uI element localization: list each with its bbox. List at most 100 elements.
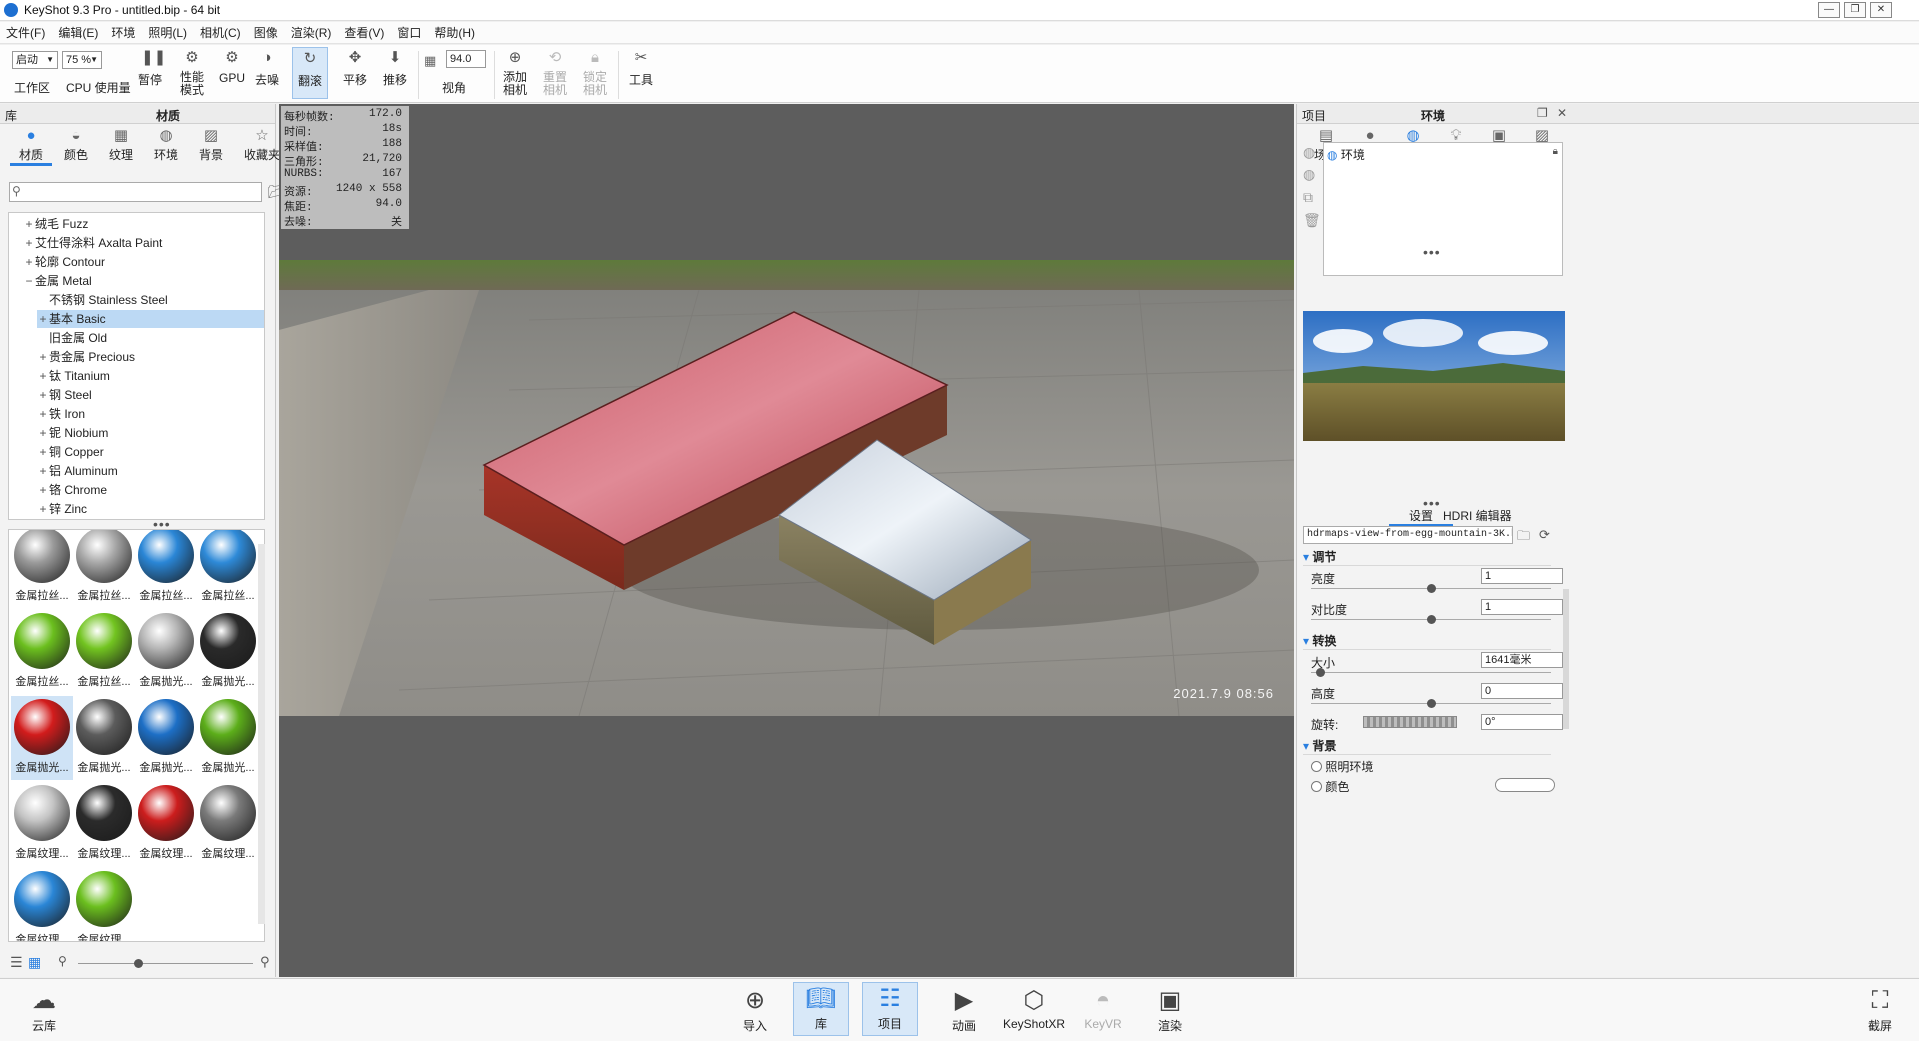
keyvr-button[interactable]: ◓ KeyVR xyxy=(1075,985,1131,1031)
tree-item[interactable]: + 基本 Basic xyxy=(37,310,264,328)
tools-button[interactable]: ✂ 工具 xyxy=(626,49,656,88)
brightness-input[interactable]: 1 xyxy=(1481,568,1563,584)
zoom-out-icon[interactable]: ⚲ xyxy=(58,954,67,968)
size-slider[interactable] xyxy=(1311,668,1551,677)
tree-item[interactable]: + 轮廓 Contour xyxy=(23,253,263,271)
expand-icon[interactable]: + xyxy=(37,443,49,461)
expand-icon[interactable]: + xyxy=(37,367,49,385)
render-viewport[interactable]: 每秒帧数: 172.0 时间: 18s 采样值: 188 三角形: 21,720 NURBS: 1… xyxy=(279,104,1294,977)
import-button[interactable]: ⊕ 导入 xyxy=(727,985,783,1034)
add-camera-button[interactable]: ⊕ 添加 相机 xyxy=(500,49,530,97)
hdri-file-field[interactable]: hdrmaps-view-from-egg-mountain-3K.hdz xyxy=(1303,526,1513,544)
tree-item[interactable]: + 铁 Iron xyxy=(37,405,264,423)
bg-radio-lighting[interactable]: 照明环境 xyxy=(1311,758,1373,775)
lock-camera-button[interactable]: 🔒︎ 锁定 相机 xyxy=(580,49,610,97)
subtab-hdri-editor[interactable]: HDRI 编辑器 xyxy=(1443,507,1512,524)
tree-item[interactable]: + 贵金属 Precious xyxy=(37,348,264,366)
rotation-dial[interactable] xyxy=(1363,716,1457,728)
menu-edit[interactable]: 编辑(E) xyxy=(58,24,98,41)
material-thumbnail[interactable]: 金属拉丝... xyxy=(135,530,197,608)
dolly-button[interactable]: ⬇ 推移 xyxy=(380,49,410,88)
material-thumbnail[interactable]: 金属抛光... xyxy=(73,696,135,780)
copy-environment-icon[interactable]: ⧉ xyxy=(1303,189,1313,206)
slider-knob[interactable] xyxy=(1427,584,1436,593)
material-thumbnail[interactable]: 金属纹理... xyxy=(73,782,135,866)
menu-file[interactable]: 文件(F) xyxy=(6,24,45,41)
slider-knob[interactable] xyxy=(134,959,143,968)
material-thumbnail[interactable]: 金属抛光... xyxy=(135,610,197,694)
material-thumbnail[interactable]: 金属抛光... xyxy=(197,610,259,694)
tree-item[interactable]: + 艾仕得涂料 Axalta Paint xyxy=(23,234,263,252)
tab-textures[interactable]: ▦ 纹理 xyxy=(100,126,142,166)
material-thumbnail[interactable]: 金属纹理... xyxy=(73,868,135,941)
fov-input[interactable]: 94.0 xyxy=(446,50,486,68)
brightness-slider[interactable] xyxy=(1311,584,1551,593)
section-background[interactable]: ▾ 背景 xyxy=(1303,737,1551,755)
contrast-slider[interactable] xyxy=(1311,615,1551,624)
refresh-icon[interactable]: ⟳ xyxy=(1539,527,1550,543)
background-color-swatch[interactable] xyxy=(1495,778,1555,792)
thumbnail-size-slider[interactable] xyxy=(78,959,253,968)
contrast-input[interactable]: 1 xyxy=(1481,599,1563,615)
tab-colors[interactable]: ◒ 颜色 xyxy=(55,126,97,166)
environment-list-item[interactable]: ◍ 环境 xyxy=(1327,146,1365,162)
expand-icon[interactable]: + xyxy=(23,215,35,233)
pause-button[interactable]: ❚❚ 暂停 xyxy=(136,49,166,88)
expand-icon[interactable]: + xyxy=(23,234,35,252)
expand-icon[interactable]: + xyxy=(37,386,49,404)
material-thumbnail[interactable]: 金属纹理... xyxy=(11,868,73,941)
render-button[interactable]: ▣ 渲染 xyxy=(1142,985,1198,1034)
tab-backplates[interactable]: ▨ 背景 xyxy=(190,126,232,166)
menu-camera[interactable]: 相机(C) xyxy=(200,24,241,41)
close-panel-icon[interactable]: ✕ xyxy=(1557,106,1567,120)
animation-button[interactable]: ▶ 动画 xyxy=(936,985,992,1034)
height-slider[interactable] xyxy=(1311,699,1551,708)
hdri-preview[interactable] xyxy=(1303,311,1565,441)
tree-item[interactable]: + 绒毛 Fuzz xyxy=(23,215,263,233)
add-environment-icon[interactable]: ◍ xyxy=(1303,144,1315,161)
material-thumbnail[interactable]: 金属抛光... xyxy=(11,696,73,780)
bg-radio-color[interactable]: 颜色 xyxy=(1311,778,1349,795)
material-thumbnail[interactable]: 金属拉丝... xyxy=(11,530,73,608)
tree-item[interactable]: + 钢 Steel xyxy=(37,386,264,404)
height-input[interactable]: 0 xyxy=(1481,683,1563,699)
menu-render[interactable]: 渲染(R) xyxy=(291,24,332,41)
tree-item[interactable]: 不锈钢 Stainless Steel xyxy=(37,291,264,309)
duplicate-environment-icon[interactable]: ◍ xyxy=(1303,166,1315,183)
menu-view[interactable]: 查看(V) xyxy=(344,24,384,41)
splitter-handle-icon[interactable]: ••• xyxy=(1423,244,1441,260)
tree-item[interactable]: 旧金属 Old xyxy=(37,329,264,347)
section-adjust[interactable]: ▾ 调节 xyxy=(1303,548,1551,566)
properties-scrollbar[interactable] xyxy=(1563,589,1569,729)
screenshot-button[interactable]: ⛶ 截屏 xyxy=(1852,985,1908,1034)
cpu-usage-select[interactable]: 75 % ▼ xyxy=(62,51,102,69)
reset-camera-button[interactable]: ⟲ 重置 相机 xyxy=(540,49,570,97)
tree-item[interactable]: + 锌 Zinc xyxy=(37,500,264,518)
library-search-input[interactable] xyxy=(9,182,262,202)
expand-icon[interactable]: + xyxy=(23,253,35,271)
slider-knob[interactable] xyxy=(1315,668,1325,677)
close-icon[interactable]: ✕ xyxy=(1870,2,1892,18)
material-thumbnail[interactable]: 金属纹理... xyxy=(135,782,197,866)
menu-lighting[interactable]: 照明(L) xyxy=(148,24,187,41)
menu-window[interactable]: 窗口 xyxy=(397,24,421,41)
render-image[interactable]: 2021.7.9 08:56 xyxy=(279,260,1294,716)
library-button[interactable]: 📖︎ 库 xyxy=(793,982,849,1036)
material-thumbnail[interactable]: 金属拉丝... xyxy=(11,610,73,694)
material-thumbnail[interactable]: 金属拉丝... xyxy=(197,530,259,608)
restore-icon[interactable]: ❐ xyxy=(1844,2,1866,18)
lock-icon[interactable]: 🔒︎ xyxy=(1553,146,1558,157)
expand-icon[interactable]: + xyxy=(37,310,49,328)
float-panel-icon[interactable]: ❐ xyxy=(1537,106,1548,120)
expand-icon[interactable]: + xyxy=(37,500,49,518)
section-transform[interactable]: ▾ 转换 xyxy=(1303,632,1551,650)
material-thumbnail[interactable]: 金属拉丝... xyxy=(73,610,135,694)
expand-icon[interactable]: + xyxy=(37,405,49,423)
tree-item[interactable]: + 钛 Titanium xyxy=(37,367,264,385)
delete-icon[interactable]: 🗑︎ xyxy=(1303,212,1321,229)
tab-materials[interactable]: ● 材质 xyxy=(10,126,52,166)
keyshotxr-button[interactable]: ⬡ KeyShotXR xyxy=(1002,985,1066,1031)
list-view-icon[interactable]: ☰ xyxy=(10,954,23,971)
material-thumbnail[interactable]: 金属纹理... xyxy=(197,782,259,866)
expand-icon[interactable]: + xyxy=(37,348,49,366)
